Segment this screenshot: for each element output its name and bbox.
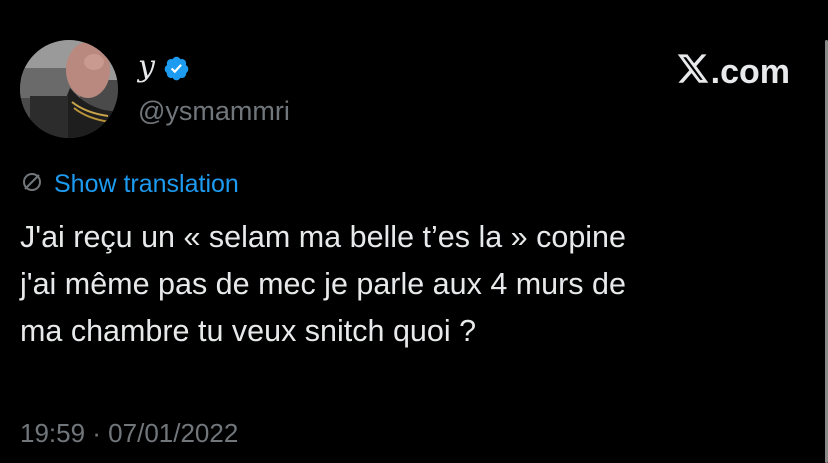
tweet-timestamp[interactable]: 19:59 · 07/01/2022 <box>20 416 238 450</box>
avatar[interactable] <box>20 40 118 138</box>
x-logo-icon <box>676 53 710 91</box>
translate-icon <box>20 170 44 199</box>
brand-domain: .com <box>710 53 790 91</box>
show-translation-label[interactable]: Show translation <box>54 168 239 200</box>
verified-badge-icon <box>163 55 190 82</box>
author-name-row[interactable]: y <box>138 50 190 84</box>
tweet-text: J'ai reçu un « selam ma belle t’es la » … <box>20 220 626 348</box>
profile-photo <box>20 40 118 138</box>
display-name[interactable]: y <box>138 50 155 84</box>
brand-logo: .com <box>676 52 790 92</box>
author-handle[interactable]: @ysmammri <box>138 94 290 128</box>
show-translation-link[interactable]: Show translation <box>20 168 239 200</box>
